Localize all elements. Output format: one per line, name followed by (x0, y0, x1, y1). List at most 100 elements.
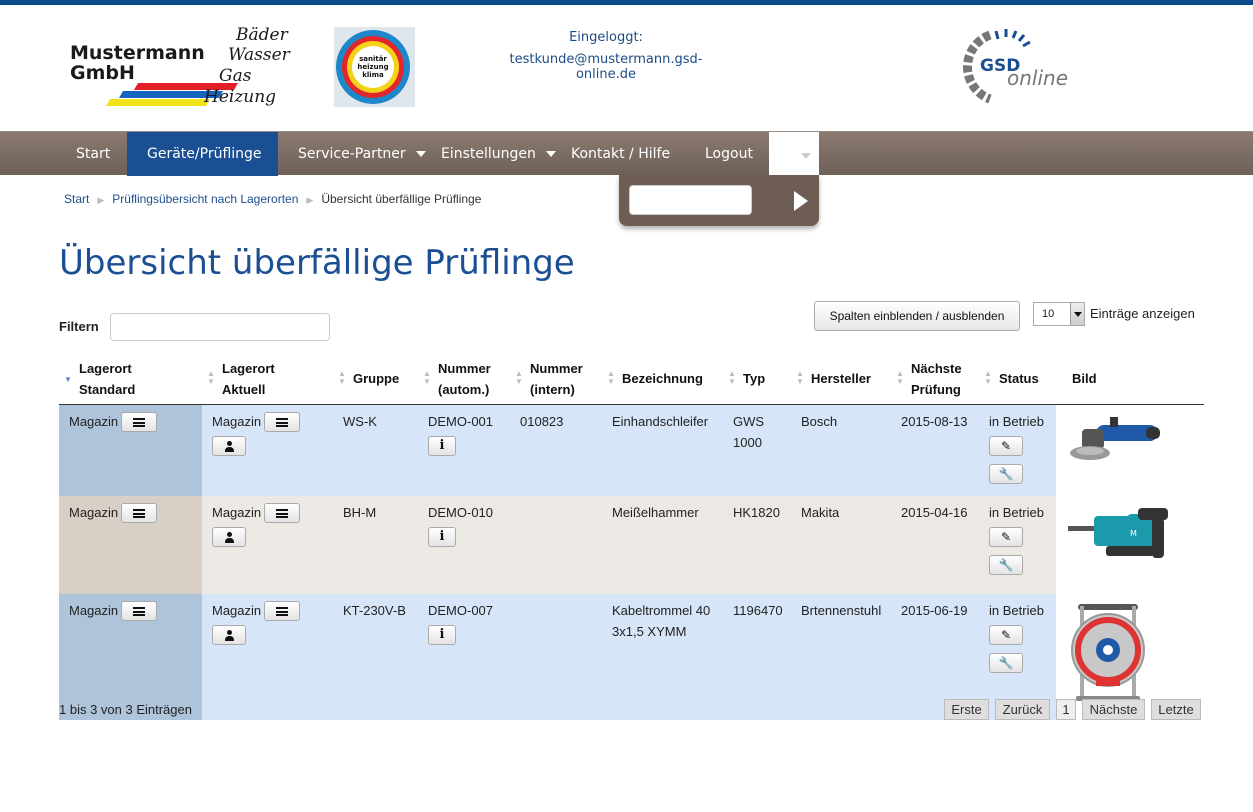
breadcrumb: Start ▶ Prüflingsübersicht nach Lagerorten… (64, 192, 481, 206)
header-naechste-pruefung[interactable]: ▲ ▼ Nächste Prüfung (891, 354, 979, 405)
header-nummer-intern[interactable]: ▲ ▼ Nummer (intern) (510, 354, 602, 405)
user-button[interactable] (212, 527, 246, 548)
overdue-items-table: ▼ Lagerort Standard ▲ ▼ Lagerort Aktuell ▲ ▼ Gr… (59, 354, 1204, 720)
list-button[interactable] (121, 412, 158, 433)
sort-icon: ▲ ▼ (796, 369, 804, 386)
header-gruppe[interactable]: ▲ ▼ Gruppe (333, 354, 418, 405)
table-row: Magazin Magazin BH-M DEMO-010 i Meißelham… (59, 495, 1204, 594)
cell-lagerort-standard: Magazin (59, 495, 202, 594)
wrench-icon: 🔧 (998, 557, 1014, 572)
header-bezeichnung[interactable]: ▲ ▼ Bezeichnung (602, 354, 723, 405)
nav-geraete-prueflinge[interactable]: Geräte/Prüflinge (127, 132, 278, 201)
play-icon[interactable] (794, 191, 808, 211)
logo-company-name: Mustermann GmbH (70, 42, 205, 84)
quick-search-dropdown (619, 175, 819, 226)
pagination-next[interactable]: Nächste (1082, 699, 1145, 720)
cell-nummer-intern: 010823 (510, 404, 602, 496)
chevron-right-icon: ▶ (306, 195, 314, 205)
cell-nummer-intern (510, 593, 602, 720)
sort-asc-icon: ▼ (64, 375, 72, 384)
wrench-icon: 🔧 (998, 466, 1014, 481)
header-lagerort-aktuell[interactable]: ▲ ▼ Lagerort Aktuell (202, 354, 333, 405)
list-button[interactable] (264, 601, 301, 622)
nav-logout[interactable]: Logout (705, 132, 753, 176)
quick-search-input[interactable] (629, 185, 752, 215)
header-typ[interactable]: ▲ ▼ Typ (723, 354, 791, 405)
table-info: 1 bis 3 von 3 Einträgen (59, 702, 192, 717)
pagination-previous[interactable]: Zurück (995, 699, 1050, 720)
info-button[interactable]: i (428, 624, 456, 645)
nav-service-partner[interactable]: Service-Partner (298, 132, 426, 176)
sort-icon: ▲ ▼ (728, 369, 736, 386)
wrench-icon: 🔧 (998, 655, 1014, 670)
pencil-icon: ✎ (1000, 438, 1012, 453)
entries-length-select[interactable]: 10 (1033, 302, 1085, 326)
list-icon (133, 607, 146, 617)
sort-icon: ▲ ▼ (515, 369, 523, 386)
nav-start[interactable]: Start (76, 132, 110, 176)
filter-label: Filtern (59, 319, 99, 334)
company-logo[interactable]: Mustermann GmbH Bäder Wasser Gas Heizung (66, 25, 296, 110)
cable-reel-image (1071, 603, 1145, 701)
list-button[interactable] (121, 503, 158, 524)
pencil-icon: ✎ (1000, 627, 1012, 642)
cell-lagerort-standard: Magazin (59, 404, 202, 496)
filter-input[interactable] (110, 313, 330, 341)
info-button[interactable]: i (428, 435, 456, 456)
user-icon (224, 630, 235, 642)
angle-grinder-image (1070, 416, 1160, 460)
cell-nummer-autom: DEMO-010 i (418, 495, 510, 594)
info-button[interactable]: i (428, 526, 456, 547)
cell-hersteller: Brtennenstuhl (791, 593, 891, 720)
cell-nummer-autom: DEMO-007 i (418, 593, 510, 720)
pencil-icon: ✎ (1000, 529, 1012, 544)
list-button[interactable] (264, 503, 301, 524)
edit-button[interactable]: ✎ (989, 624, 1023, 645)
svg-text:online: online (1007, 66, 1068, 90)
cell-lagerort-standard: Magazin (59, 593, 202, 720)
user-button[interactable] (212, 436, 246, 457)
header-nummer-autom[interactable]: ▲ ▼ Nummer (autom.) (418, 354, 510, 405)
logo-stripe-yellow (105, 99, 211, 106)
header-bild: Bild (1056, 354, 1204, 405)
header-hersteller[interactable]: ▲ ▼ Hersteller (791, 354, 891, 405)
list-icon (133, 418, 146, 428)
sanitaer-heizung-klima-logo: sanitär heizung klima (334, 27, 415, 107)
pagination-page-1[interactable]: 1 (1056, 699, 1076, 720)
pagination-last[interactable]: Letzte (1151, 699, 1201, 720)
cell-typ: GWS 1000 (723, 404, 791, 496)
nav-search-toggle[interactable] (769, 132, 819, 176)
login-email: testkunde@mustermann.gsd-online.de (509, 52, 703, 82)
column-visibility-button[interactable]: Spalten einblenden / ausblenden (814, 301, 1020, 331)
cell-bild[interactable] (1056, 404, 1204, 496)
sort-icon: ▲ ▼ (207, 369, 215, 386)
edit-button[interactable]: ✎ (989, 526, 1023, 547)
list-icon (276, 418, 289, 428)
list-button[interactable] (264, 412, 301, 433)
service-button[interactable]: 🔧 (989, 554, 1023, 575)
pagination-first[interactable]: Erste (944, 699, 989, 720)
sort-icon: ▲ ▼ (423, 369, 431, 386)
cell-lagerort-aktuell: Magazin (202, 404, 333, 496)
edit-button[interactable]: ✎ (989, 435, 1023, 456)
header-lagerort-standard[interactable]: ▼ Lagerort Standard (59, 354, 202, 405)
header-status[interactable]: ▲ ▼ Status (979, 354, 1056, 405)
list-button[interactable] (121, 601, 158, 622)
sort-icon: ▲ ▼ (984, 369, 992, 386)
cell-naechste-pruefung: 2015-04-16 (891, 495, 979, 594)
nav-kontakt-hilfe[interactable]: Kontakt / Hilfe (571, 132, 670, 176)
table-header-row: ▼ Lagerort Standard ▲ ▼ Lagerort Aktuell ▲ ▼ Gr… (59, 354, 1204, 405)
cell-bild[interactable]: M (1056, 495, 1204, 594)
breadcrumb-start[interactable]: Start (64, 192, 89, 206)
user-button[interactable] (212, 625, 246, 646)
breadcrumb-lagerorte[interactable]: Prüflingsübersicht nach Lagerorten (112, 192, 298, 206)
chevron-down-icon (545, 151, 556, 157)
cell-bezeichnung: Einhandschleifer (602, 404, 723, 496)
nav-einstellungen[interactable]: Einstellungen (441, 132, 556, 176)
cell-bezeichnung: Kabeltrommel 40 3x1,5 XYMM (602, 593, 723, 720)
service-button[interactable]: 🔧 (989, 652, 1023, 673)
service-button[interactable]: 🔧 (989, 463, 1023, 484)
cell-gruppe: BH-M (333, 495, 418, 594)
logo-word: Gas (219, 66, 252, 86)
logo-word: Heizung (204, 87, 277, 107)
